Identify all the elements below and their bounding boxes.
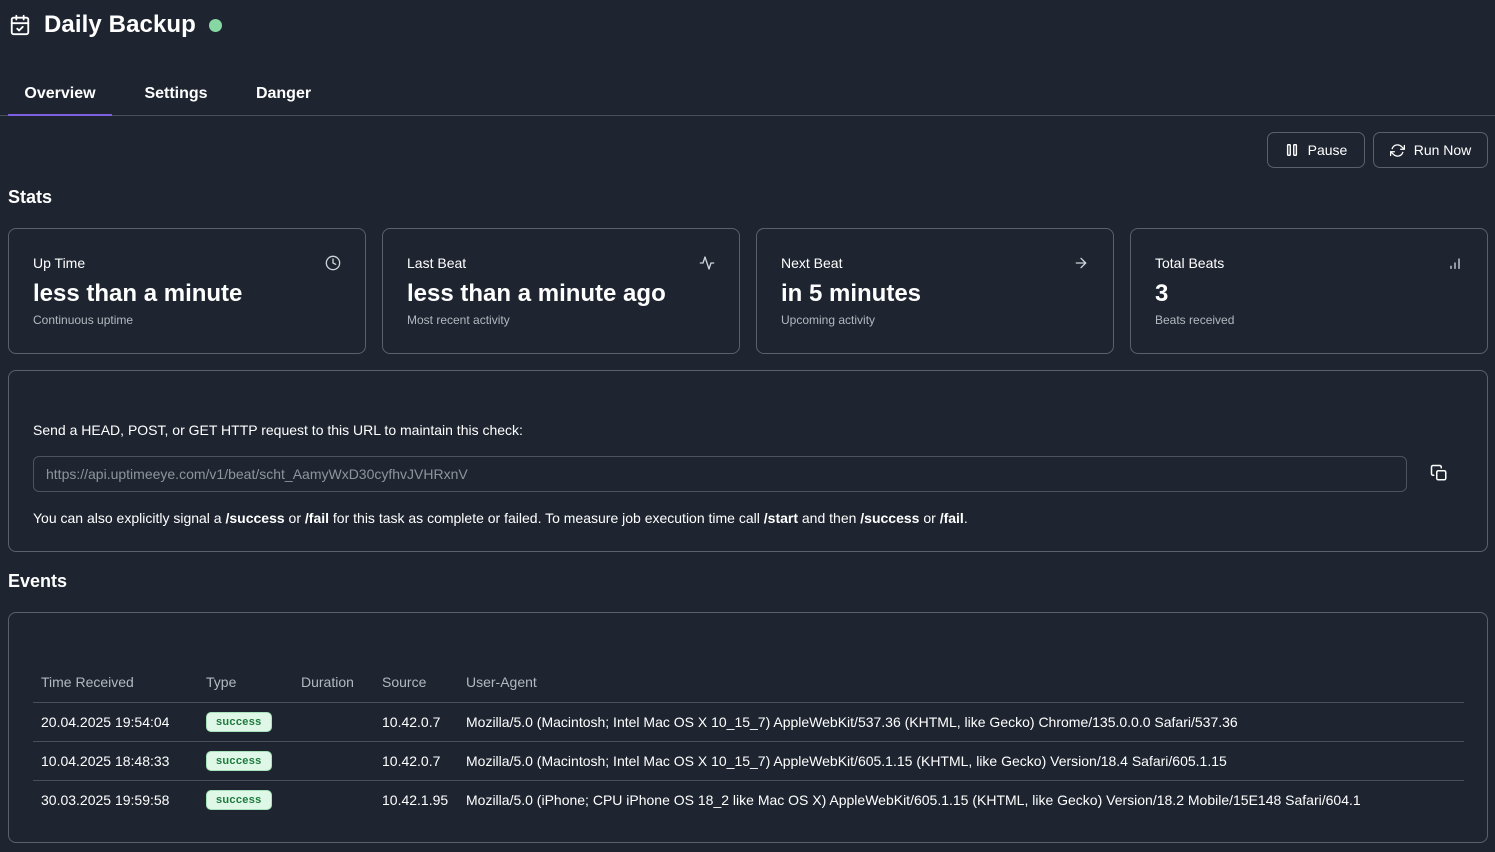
note-text: and then [798,510,861,526]
events-panel: Time Received Type Duration Source User-… [8,612,1488,843]
note-code: /success [860,510,920,526]
type-cell: success [198,780,293,819]
pause-button[interactable]: Pause [1267,132,1365,168]
stat-sub: Most recent activity [407,313,510,327]
user-agent-cell: Mozilla/5.0 (iPhone; CPU iPhone OS 18_2 … [466,791,1361,808]
note-text: or [284,510,305,526]
tab-bar: Overview Settings Danger [0,72,1495,116]
endpoint-instructions: Send a HEAD, POST, or GET HTTP request t… [33,422,523,438]
tab-label: Overview [24,84,96,102]
stat-sub: Beats received [1155,313,1235,327]
stat-value: in 5 minutes [781,280,922,307]
refresh-icon [1389,143,1405,158]
table-row: 30.03.2025 19:59:58 success 10.42.1.95 M… [33,780,1464,819]
note-code: /fail [304,510,330,526]
calendar-check-icon [9,14,31,36]
status-badge: success [206,711,272,732]
column-header: Time Received [33,663,198,703]
stats-heading: Stats [8,187,53,207]
stat-sub: Continuous uptime [33,313,134,327]
endpoint-note: You can also explicitly signal a /succes… [33,510,968,526]
stat-card-next-beat: Next Beat in 5 minutes Upcoming activity [756,228,1114,354]
column-header: Duration [293,663,374,703]
endpoint-panel: Send a HEAD, POST, or GET HTTP request t… [8,370,1488,552]
note-code: /success [225,510,285,526]
stat-label: Up Time [33,255,86,271]
column-header: Type [198,663,293,703]
source-cell: 10.42.0.7 [374,741,458,781]
copy-icon[interactable] [1430,464,1448,482]
note-text: for this task as complete or failed. To … [329,510,764,526]
beat-url-input[interactable] [33,456,1407,492]
activity-icon [699,255,715,271]
pause-icon [1285,143,1299,157]
stat-card-last-beat: Last Beat less than a minute ago Most re… [382,228,740,354]
run-now-label: Run Now [1413,142,1472,158]
note-text: You can also explicitly signal a [33,510,226,526]
page-header: Daily Backup [9,10,222,40]
arrow-right-icon [1073,255,1089,271]
clock-icon [325,255,341,271]
stat-label: Next Beat [781,255,843,271]
tab-label: Danger [255,84,312,102]
source-cell: 10.42.1.95 [382,791,449,808]
time-cell: 30.03.2025 19:59:58 [41,791,170,808]
duration-cell [293,702,374,742]
note-code: /start [763,510,798,526]
stat-label: Last Beat [407,255,467,271]
note-text: . [963,510,968,526]
tab-settings[interactable]: Settings [128,72,224,115]
source-cell: 10.42.0.7 [374,702,458,742]
tab-danger[interactable]: Danger [240,72,327,115]
type-cell: success [198,702,293,742]
pause-label: Pause [1307,142,1348,158]
table-row: 20.04.2025 19:54:04 success 10.42.0.7 Mo… [33,702,1464,742]
note-code: /fail [939,510,964,526]
page-title: Daily Backup [44,11,196,38]
note-text: or [919,510,940,526]
column-header: User-Agent [458,663,1464,703]
stat-sub: Upcoming activity [781,313,876,327]
events-heading: Events [8,571,68,591]
events-table: Time Received Type Duration Source User-… [33,663,1464,819]
stat-label: Total Beats [1155,255,1225,271]
column-header: Source [374,663,458,703]
run-now-button[interactable]: Run Now [1373,132,1488,168]
status-badge: success [206,789,272,810]
user-agent-cell: Mozilla/5.0 (Macintosh; Intel Mac OS X 1… [458,702,1464,742]
status-indicator [208,18,222,32]
tab-overview[interactable]: Overview [8,72,112,116]
stat-card-uptime: Up Time less than a minute Continuous up… [8,228,366,354]
duration-cell [293,780,374,819]
table-header-row: Time Received Type Duration Source User-… [33,663,1464,703]
table-row: 10.04.2025 18:48:33 success 10.42.0.7 Mo… [33,741,1464,781]
status-badge: success [206,750,272,771]
time-cell: 10.04.2025 18:48:33 [33,741,198,781]
tab-label: Settings [144,84,208,102]
bar-chart-icon [1447,255,1463,271]
time-cell: 20.04.2025 19:54:04 [33,702,198,742]
stat-value: less than a minute ago [407,280,666,307]
user-agent-cell: Mozilla/5.0 (Macintosh; Intel Mac OS X 1… [458,741,1464,781]
duration-cell [293,741,374,781]
stat-card-total-beats: Total Beats 3 Beats received [1130,228,1488,354]
stat-value: less than a minute [33,280,243,307]
type-cell: success [198,741,293,781]
stat-value: 3 [1155,280,1169,307]
